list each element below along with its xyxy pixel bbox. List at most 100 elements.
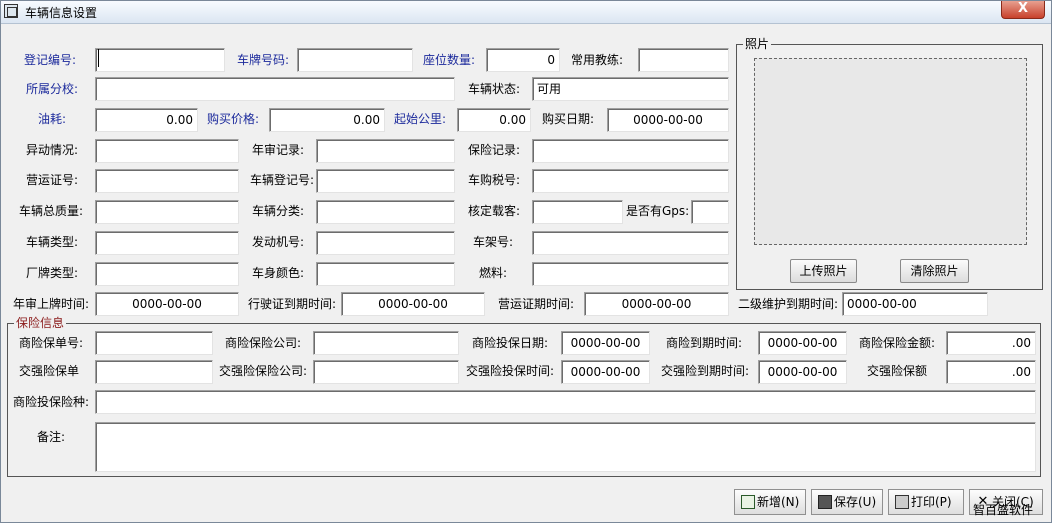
coach-field[interactable] — [638, 48, 729, 72]
reg-no-label: 登记编号: — [24, 53, 77, 67]
insp-expiry-label: 年审上牌时间: — [13, 297, 90, 311]
price-field[interactable]: 0.00 — [269, 108, 385, 132]
save-button[interactable]: 保存(U) — [811, 489, 883, 515]
fuel-label: 油耗: — [38, 112, 67, 126]
insurance-caption: 保险信息 — [14, 316, 67, 330]
maint-expiry-field[interactable]: 0000-00-00 — [842, 292, 988, 316]
classification-label: 车辆分类: — [252, 204, 305, 218]
branch-label: 所属分校: — [26, 82, 79, 96]
coach-label: 常用教练: — [571, 53, 624, 67]
brand-type-label: 厂牌类型: — [26, 266, 79, 280]
com-company-label: 商险保险公司: — [225, 336, 302, 350]
price-label: 购买价格: — [207, 112, 260, 126]
com-company-field[interactable] — [313, 331, 459, 355]
start-km-field[interactable]: 0.00 — [457, 108, 531, 132]
frame-field[interactable] — [532, 231, 729, 255]
veh-type-field[interactable] — [95, 231, 239, 255]
fuel-field[interactable]: 0.00 — [95, 108, 198, 132]
cmp-amount-label: 交强险保额 — [867, 364, 928, 378]
seats-field[interactable]: 0 — [486, 48, 560, 72]
com-kind-field[interactable] — [95, 390, 1036, 414]
color-field[interactable] — [316, 262, 455, 286]
tax-no-field[interactable] — [532, 169, 729, 193]
gps-label: 是否有Gps: — [626, 204, 690, 218]
plate-label: 车牌号码: — [237, 53, 290, 67]
floppy-disk-icon — [818, 495, 832, 509]
buy-date-label: 购买日期: — [542, 112, 595, 126]
com-kind-label: 商险投保险种: — [13, 395, 90, 409]
op-expiry-label: 营运证期时间: — [498, 297, 575, 311]
new-document-icon — [741, 495, 755, 509]
capacity-label: 核定载客: — [468, 204, 521, 218]
window-title: 车辆信息设置 — [25, 6, 98, 20]
veh-type-label: 车辆类型: — [26, 235, 79, 249]
title-bar[interactable]: 车辆信息设置 X — [1, 1, 1051, 24]
com-date-label: 商险投保日期: — [472, 336, 549, 350]
add-button[interactable]: 新增(N) — [734, 489, 806, 515]
branch-field[interactable] — [95, 77, 455, 101]
cmp-amount-field[interactable]: .00 — [946, 360, 1036, 384]
inspection-field[interactable] — [316, 139, 455, 163]
cmp-date-field[interactable]: 0000-00-00 — [561, 360, 650, 384]
change-label: 异动情况: — [26, 143, 79, 157]
fuel-type-field[interactable] — [532, 262, 729, 286]
engine-field[interactable] — [316, 231, 455, 255]
op-expiry-field[interactable]: 0000-00-00 — [584, 292, 729, 316]
license-expiry-field[interactable]: 0000-00-00 — [341, 292, 485, 316]
cmp-expiry-field[interactable]: 0000-00-00 — [758, 360, 847, 384]
inspection-label: 年审记录: — [252, 143, 305, 157]
com-amount-field[interactable]: .00 — [946, 331, 1036, 355]
change-field[interactable] — [95, 139, 239, 163]
app-icon — [4, 4, 18, 18]
maint-expiry-label: 二级维护到期时间: — [738, 297, 839, 311]
remarks-label: 备注: — [37, 430, 66, 444]
vehicle-info-dialog: 车辆信息设置 X 登记编号: 车牌号码: 座位数量: 0 常用教练: 所属分校:… — [0, 0, 1052, 523]
window-close-button[interactable]: X — [1001, 1, 1045, 19]
insp-expiry-field[interactable]: 0000-00-00 — [95, 292, 239, 316]
com-expiry-label: 商险到期时间: — [666, 336, 743, 350]
status-label: 车辆状态: — [468, 82, 521, 96]
cmp-policy-label: 交强险保单 — [19, 364, 80, 378]
com-policy-field[interactable] — [95, 331, 213, 355]
insurance-record-label: 保险记录: — [468, 143, 521, 157]
start-km-label: 起始公里: — [394, 112, 447, 126]
brand-type-field[interactable] — [95, 262, 239, 286]
cmp-company-label: 交强险保险公司: — [219, 364, 308, 378]
fuel-type-label: 燃料: — [479, 266, 508, 280]
license-expiry-label: 行驶证到期时间: — [248, 297, 337, 311]
gps-field[interactable] — [691, 200, 729, 224]
reg-no-field[interactable] — [95, 48, 225, 72]
cmp-policy-field[interactable] — [95, 360, 213, 384]
total-mass-label: 车辆总质量: — [19, 204, 84, 218]
text-cursor — [98, 49, 99, 67]
status-field[interactable]: 可用 — [532, 77, 729, 101]
cmp-expiry-label: 交强险到期时间: — [661, 364, 750, 378]
total-mass-field[interactable] — [95, 200, 239, 224]
watermark-text: 智百盛软件 — [973, 503, 1034, 517]
veh-reg-no-label: 车辆登记号: — [250, 173, 315, 187]
tax-no-label: 车购税号: — [468, 173, 521, 187]
remarks-field[interactable] — [95, 422, 1036, 472]
com-policy-label: 商险保单号: — [19, 336, 84, 350]
plate-field[interactable] — [297, 48, 413, 72]
buy-date-field[interactable]: 0000-00-00 — [607, 108, 729, 132]
classification-field[interactable] — [316, 200, 455, 224]
cmp-date-label: 交强险投保时间: — [466, 364, 555, 378]
cmp-company-field[interactable] — [313, 360, 459, 384]
capacity-field[interactable] — [532, 200, 623, 224]
op-cert-field[interactable] — [95, 169, 239, 193]
veh-reg-no-field[interactable] — [316, 169, 455, 193]
upload-photo-button[interactable]: 上传照片 — [790, 259, 857, 283]
com-expiry-field[interactable]: 0000-00-00 — [758, 331, 847, 355]
insurance-record-field[interactable] — [532, 139, 729, 163]
print-button[interactable]: 打印(P) — [888, 489, 964, 515]
engine-label: 发动机号: — [252, 235, 305, 249]
photo-caption: 照片 — [743, 37, 772, 51]
printer-icon — [895, 495, 909, 509]
com-amount-label: 商险保险金额: — [859, 336, 936, 350]
clear-photo-button[interactable]: 清除照片 — [900, 259, 969, 283]
color-label: 车身颜色: — [252, 266, 305, 280]
frame-label: 车架号: — [473, 235, 514, 249]
photo-preview[interactable] — [754, 58, 1027, 245]
com-date-field[interactable]: 0000-00-00 — [561, 331, 650, 355]
